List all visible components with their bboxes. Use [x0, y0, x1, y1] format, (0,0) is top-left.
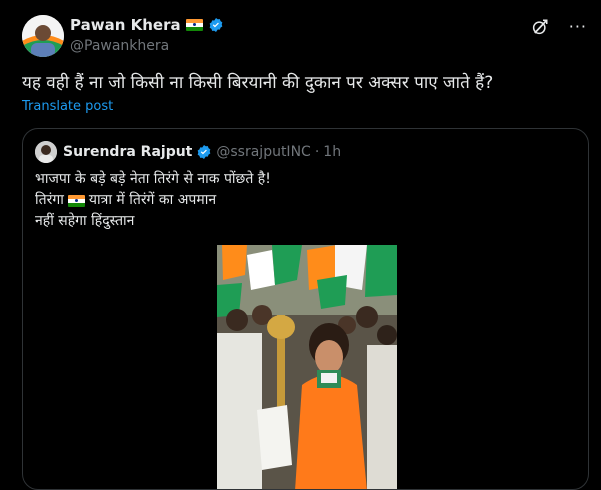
grok-icon[interactable] — [531, 18, 549, 36]
video-frame-image — [217, 245, 397, 489]
quoted-video-thumbnail[interactable] — [217, 245, 397, 489]
quoted-line-1: भाजपा के बड़े बड़े नेता तिरंगे से नाक पो… — [35, 171, 271, 187]
meta-separator: · — [314, 144, 320, 160]
quoted-author-handle[interactable]: @ssrajputINC — [216, 144, 310, 160]
quoted-timestamp[interactable]: 1h — [323, 144, 341, 160]
author-name-row: Pawan Khera — [70, 16, 224, 34]
quoted-author-avatar[interactable] — [35, 141, 57, 163]
quoted-author-avatar-image — [35, 141, 57, 163]
quoted-line-2: तिरंगा यात्रा में तिरंगें का अपमान — [35, 190, 271, 211]
translate-post-link[interactable]: Translate post — [22, 99, 113, 114]
quoted-line-2-start: तिरंगा — [35, 192, 64, 208]
quoted-header: Surendra Rajput @ssrajputINC · 1h — [63, 144, 341, 160]
more-options-icon[interactable]: ··· — [569, 19, 587, 35]
india-flag-icon — [185, 19, 203, 31]
quoted-line-2-end: यात्रा में तिरंगें का अपमान — [88, 192, 217, 208]
post-text: यह वही हैं ना जो किसी ना किसी बिरयानी की… — [22, 73, 494, 93]
post-actions-top: ··· — [531, 18, 587, 36]
author-handle[interactable]: @Pawankhera — [70, 38, 169, 54]
india-flag-icon — [67, 194, 85, 207]
quoted-text: भाजपा के बड़े बड़े नेता तिरंगे से नाक पो… — [35, 169, 271, 232]
quoted-post[interactable]: Surendra Rajput @ssrajputINC · 1h भाजपा … — [22, 128, 589, 490]
author-avatar[interactable] — [22, 15, 64, 57]
author-avatar-image — [22, 15, 64, 57]
verified-badge-icon — [209, 18, 222, 32]
author-name[interactable]: Pawan Khera — [70, 16, 181, 34]
verified-badge-icon — [198, 145, 211, 159]
quoted-line-3: नहीं सहेगा हिंदुस्तान — [35, 213, 135, 229]
quoted-author-name[interactable]: Surendra Rajput — [63, 144, 192, 160]
